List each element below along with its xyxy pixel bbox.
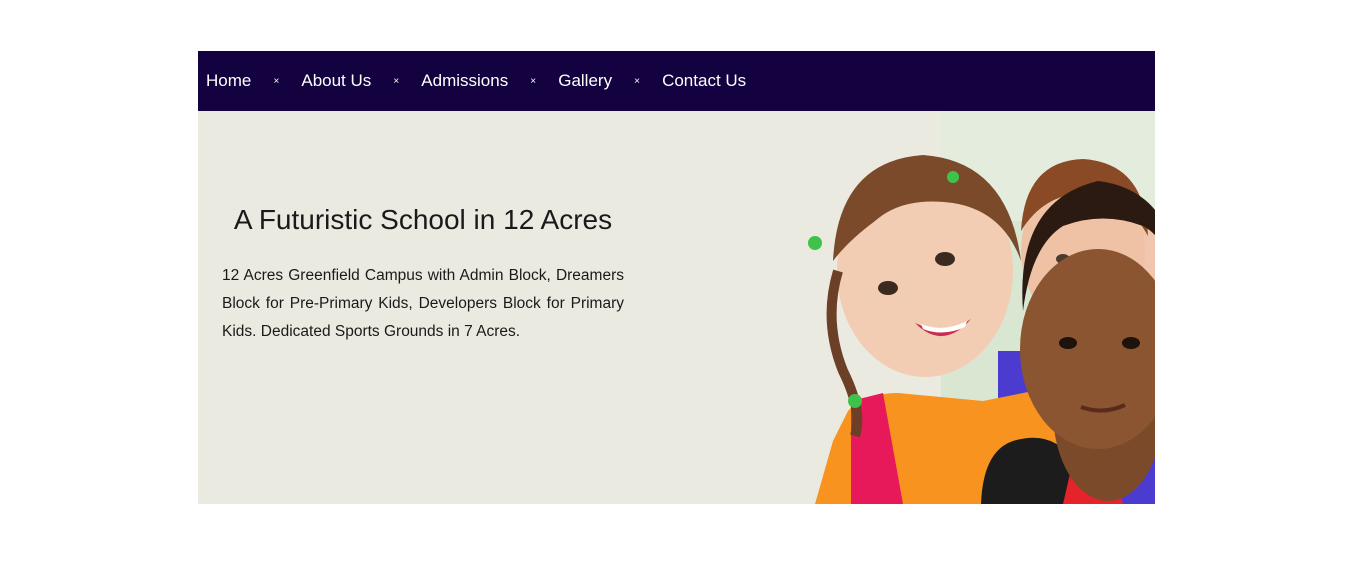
nav-link-about-us[interactable]: About Us [301,71,371,91]
nav-separator-icon: × [530,75,537,87]
hero-description: 12 Acres Greenfield Campus with Admin Bl… [222,267,624,340]
nav-separator-icon: × [393,75,400,87]
children-photo [808,111,1155,504]
hero-banner: A Futuristic School in 12 Acres 12 Acres… [198,111,1155,504]
nav-link-home[interactable]: Home [206,71,251,91]
main-navigation: Home × About Us × Admissions × Gallery ×… [198,51,1155,111]
nav-separator-icon: × [273,75,280,87]
nav-separator-icon: × [634,75,640,87]
nav-link-contact-us[interactable]: Contact Us [662,71,746,91]
hero-text-block: A Futuristic School in 12 Acres 12 Acres… [222,204,624,346]
page: Home × About Us × Admissions × Gallery ×… [0,0,1360,569]
nav-link-admissions[interactable]: Admissions [421,71,508,91]
hero-title: A Futuristic School in 12 Acres [233,204,613,235]
nav-link-gallery[interactable]: Gallery [558,71,612,91]
